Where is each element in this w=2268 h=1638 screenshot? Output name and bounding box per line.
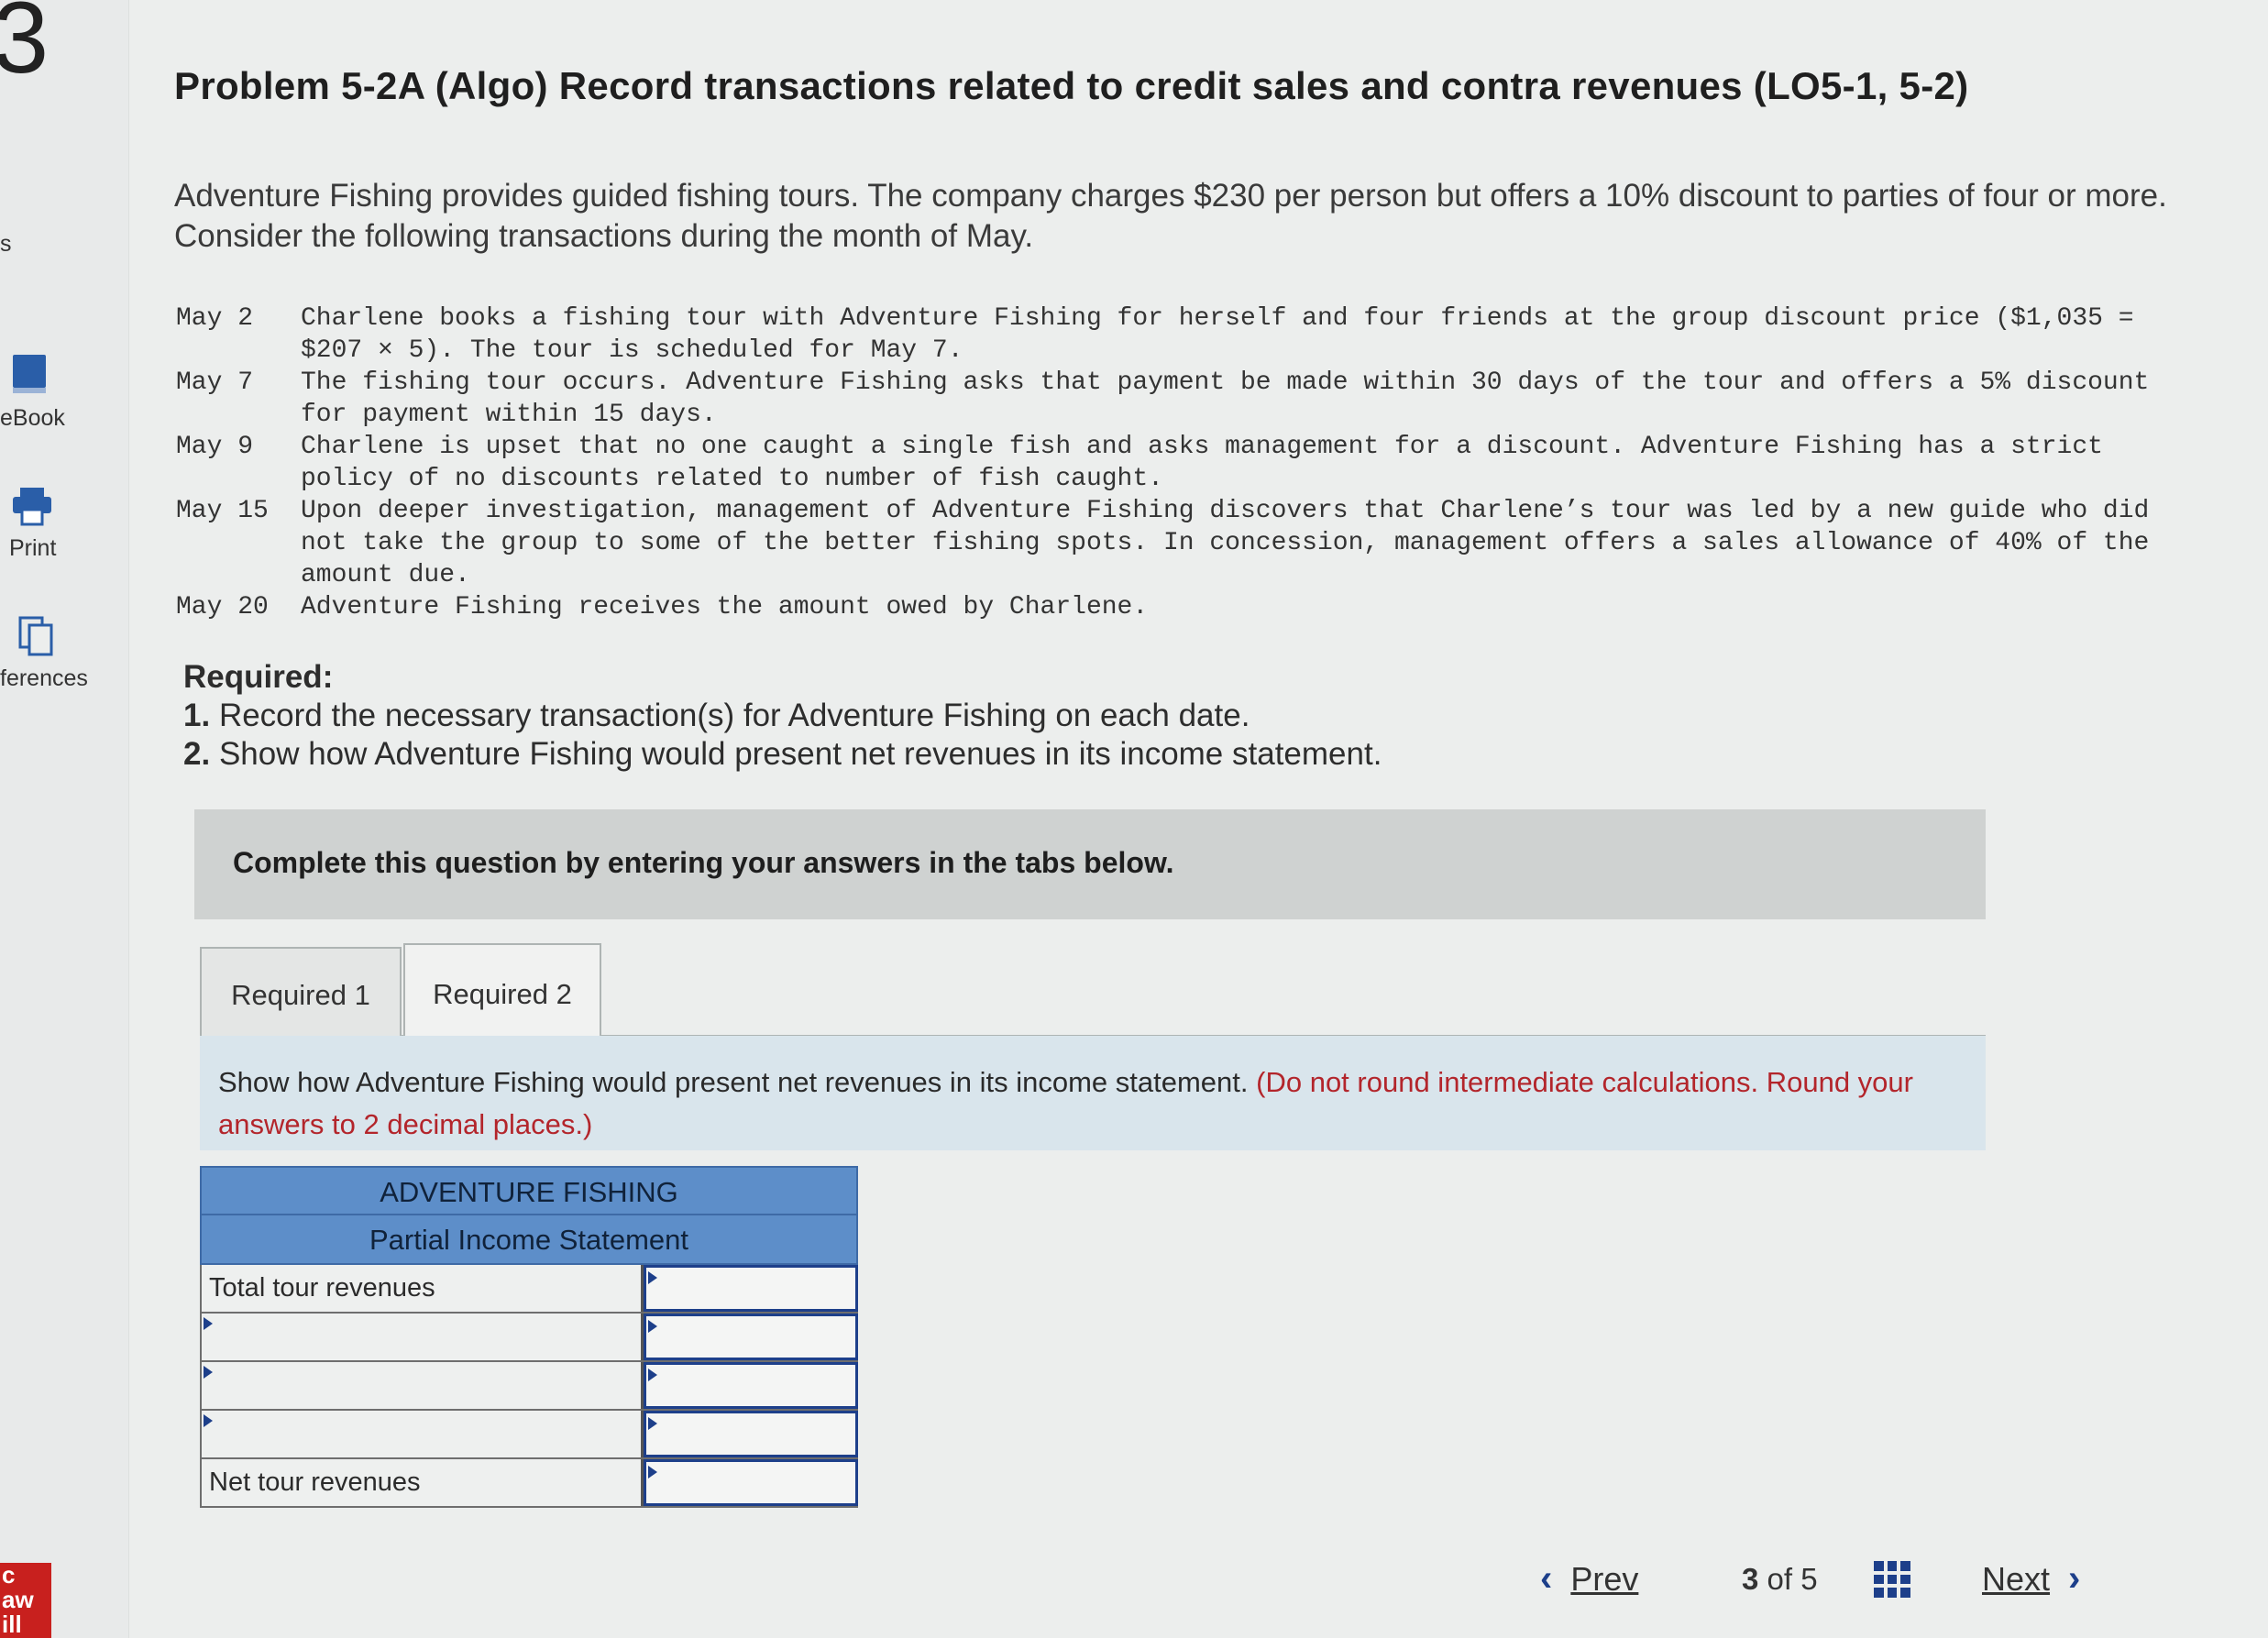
row-label-total-tour-revenues: Total tour revenues	[202, 1265, 644, 1312]
sidebar-item-ebook[interactable]: eBook	[0, 405, 110, 432]
question-prompt: Show how Adventure Fishing would present…	[200, 1036, 1986, 1150]
transaction-row: May 7 The fishing tour occurs. Adventure…	[176, 367, 2174, 431]
chevron-right-icon: ›	[2068, 1558, 2081, 1599]
prev-button[interactable]: ‹ Prev	[1540, 1558, 1638, 1600]
transaction-row: May 20 Adventure Fishing receives the am…	[176, 591, 2174, 623]
transaction-row: May 15 Upon deeper investigation, manage…	[176, 495, 2174, 591]
sidebar-item-partial[interactable]: s	[0, 231, 110, 258]
required-heading: Required:	[183, 659, 334, 695]
transaction-text: Charlene is upset that no one caught a s…	[301, 433, 2103, 493]
instruction-text: Complete this question by entering your …	[233, 846, 1174, 879]
tab-bar: Required 1 Required 2	[200, 943, 1986, 1044]
transaction-row: May 2 Charlene books a fishing tour with…	[176, 302, 2174, 367]
amount-input[interactable]	[644, 1459, 858, 1506]
references-icon	[17, 614, 57, 658]
input-marker-icon	[648, 1369, 657, 1381]
row-label-net-tour-revenues: Net tour revenues	[202, 1459, 644, 1506]
dropdown-marker-icon	[204, 1366, 213, 1379]
next-button[interactable]: Next ›	[1982, 1558, 2080, 1600]
transaction-date: May 15	[176, 497, 269, 525]
required-section: Required: 1. Record the necessary transa…	[183, 658, 1382, 774]
prompt-text: Show how Adventure Fishing would present…	[218, 1061, 1942, 1146]
amount-input[interactable]	[644, 1411, 858, 1457]
dropdown-marker-icon	[204, 1317, 213, 1330]
next-link[interactable]: Next	[1982, 1560, 2050, 1599]
transaction-text: Upon deeper investigation, management of…	[301, 497, 2150, 589]
row-label-dropdown[interactable]	[202, 1411, 644, 1457]
input-marker-icon	[648, 1466, 657, 1479]
sidebar-item-print[interactable]: Print	[9, 535, 119, 562]
required-item-text: Show how Adventure Fishing would present…	[218, 736, 1382, 772]
instruction-banner: Complete this question by entering your …	[194, 809, 1986, 919]
row-label-dropdown[interactable]	[202, 1314, 644, 1360]
step-number: 3	[0, 0, 50, 94]
sidebar-item-references[interactable]: ferences	[0, 665, 110, 692]
page-of: of	[1767, 1562, 1793, 1596]
input-marker-icon	[648, 1320, 657, 1333]
input-marker-icon	[648, 1271, 657, 1284]
statement-row	[200, 1362, 858, 1411]
required-item: 1. Record the necessary transaction(s) f…	[183, 697, 1382, 735]
statement-row	[200, 1411, 858, 1459]
dropdown-marker-icon	[204, 1414, 213, 1427]
problem-intro: Adventure Fishing provides guided fishin…	[174, 178, 2167, 254]
statement-row: Net tour revenues	[200, 1459, 858, 1508]
statement-title-header: Partial Income Statement	[200, 1215, 858, 1265]
chevron-left-icon: ‹	[1540, 1558, 1553, 1599]
total-pages: 5	[1800, 1562, 1818, 1596]
amount-input[interactable]	[644, 1362, 858, 1409]
transaction-text: Charlene books a fishing tour with Adven…	[301, 304, 2134, 365]
transaction-date: May 9	[176, 433, 254, 461]
left-sidebar: 3 s eBook Print ferences c aw ill	[0, 0, 129, 1638]
input-marker-icon	[648, 1417, 657, 1430]
transaction-row: May 9 Charlene is upset that no one caug…	[176, 431, 2174, 495]
grid-menu-icon[interactable]	[1874, 1561, 1910, 1598]
required-item: 2. Show how Adventure Fishing would pres…	[183, 735, 1382, 774]
transaction-date: May 20	[176, 593, 269, 621]
printer-icon	[11, 486, 53, 526]
statement-company-header: ADVENTURE FISHING	[200, 1166, 858, 1215]
prompt-instruction: Show how Adventure Fishing would present…	[218, 1066, 1249, 1098]
ebook-icon	[11, 353, 48, 395]
tab-required-2[interactable]: Required 2	[403, 943, 601, 1044]
statement-row	[200, 1314, 858, 1362]
prev-link[interactable]: Prev	[1570, 1560, 1638, 1599]
transaction-date: May 2	[176, 304, 254, 333]
page-title: Problem 5-2A (Algo) Record transactions …	[174, 64, 1969, 107]
income-statement-table: ADVENTURE FISHING Partial Income Stateme…	[200, 1166, 858, 1508]
transaction-text: Adventure Fishing receives the amount ow…	[301, 593, 1149, 621]
amount-input[interactable]	[644, 1314, 858, 1360]
required-item-text: Record the necessary transaction(s) for …	[218, 698, 1250, 733]
publisher-logo: c aw ill	[0, 1563, 51, 1638]
transaction-list: May 2 Charlene books a fishing tour with…	[176, 302, 2174, 623]
statement-row: Total tour revenues	[200, 1265, 858, 1314]
transaction-text: The fishing tour occurs. Adventure Fishi…	[301, 368, 2150, 429]
tab-required-1[interactable]: Required 1	[200, 947, 402, 1042]
required-item-number: 1.	[183, 698, 211, 733]
page-indicator: 3 of 5	[1742, 1562, 1818, 1597]
transaction-date: May 7	[176, 368, 254, 397]
current-page: 3	[1742, 1562, 1759, 1596]
required-item-number: 2.	[183, 736, 211, 772]
amount-input[interactable]	[644, 1265, 858, 1312]
row-label-dropdown[interactable]	[202, 1362, 644, 1409]
